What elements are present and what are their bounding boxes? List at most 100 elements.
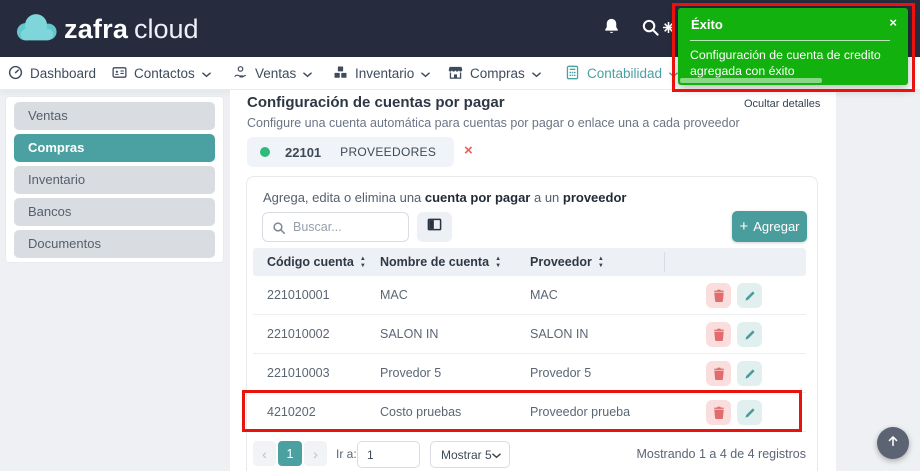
edit-row-button[interactable]: [737, 322, 762, 347]
trash-icon: [713, 289, 724, 302]
account-name: PROVEEDORES: [340, 145, 437, 159]
scroll-to-top-button[interactable]: [877, 427, 909, 459]
sidebar-item-compras[interactable]: Compras: [14, 134, 215, 162]
sort-icon[interactable]: ▲ ▼: [598, 256, 604, 269]
gauge-icon: [8, 65, 23, 83]
app-screen: zafra cloud Dashboard Contactos Ventas I…: [0, 0, 920, 471]
page-title: Configuración de cuentas por pagar: [247, 94, 505, 111]
nav-item-compras[interactable]: Compras: [448, 57, 541, 90]
linked-account-chip[interactable]: 22101 PROVEEDORES: [247, 137, 455, 167]
trash-icon: [713, 367, 724, 380]
page-size-label: Mostrar 5: [441, 447, 492, 462]
pencil-icon: [745, 369, 754, 378]
nav-item-ventas[interactable]: Ventas: [233, 57, 313, 90]
annotation-highlight-row: [242, 390, 802, 432]
goto-page-input[interactable]: [357, 441, 420, 468]
arrow-up-icon: [886, 434, 900, 453]
search-icon[interactable]: [641, 18, 660, 42]
nav-item-contabilidad[interactable]: Contabilidad: [565, 57, 678, 90]
edit-row-button[interactable]: [737, 361, 762, 386]
delete-row-button[interactable]: [706, 361, 731, 386]
header-label: Proveedor: [530, 255, 592, 269]
pencil-icon: [745, 330, 754, 339]
table-search-box: [262, 212, 409, 242]
boxes-icon: [333, 65, 348, 83]
nav-item-inventario[interactable]: Inventario: [333, 57, 431, 90]
logo-text-bold: zafra: [64, 14, 129, 44]
nav-label: Contactos: [134, 66, 195, 81]
pagination-summary: Mostrando 1 a 4 de 4 registros: [636, 447, 806, 461]
column-header-codigo[interactable]: Código cuenta ▲ ▼: [267, 248, 366, 276]
add-button[interactable]: + Agregar: [732, 211, 807, 242]
instruction-text: a un: [530, 190, 563, 205]
pagination-next-button[interactable]: ›: [304, 441, 327, 466]
columns-icon: [427, 217, 442, 237]
header-label: Nombre de cuenta: [380, 255, 490, 269]
section-sidebar: Ventas Compras Inventario Bancos Documen…: [5, 96, 224, 263]
nav-label: Dashboard: [30, 66, 97, 81]
sidebar-item-documentos[interactable]: Documentos: [14, 230, 215, 258]
goto-page-label: Ir a:: [336, 447, 357, 461]
cell-codigo: 221010001: [267, 288, 330, 302]
active-status-dot-icon: [260, 147, 270, 157]
remove-account-icon[interactable]: ×: [464, 142, 473, 159]
header-divider: [664, 252, 665, 272]
delete-row-button[interactable]: [706, 322, 731, 347]
cell-proveedor: Provedor 5: [530, 366, 592, 380]
pagination-prev-button[interactable]: ‹: [253, 441, 276, 466]
header-label: Código cuenta: [267, 255, 354, 269]
table-row: 221010002 SALON IN SALON IN: [253, 315, 806, 354]
store-icon: [448, 65, 463, 83]
chevron-down-icon: [201, 66, 211, 81]
cell-codigo: 221010002: [267, 327, 330, 341]
hand-coin-icon: [233, 65, 248, 83]
calculator-icon: [565, 65, 580, 83]
sort-icon[interactable]: ▲ ▼: [495, 256, 501, 269]
panel-instruction: Agrega, edita o elimina una cuenta por p…: [263, 190, 626, 205]
instruction-bold: proveedor: [562, 190, 627, 205]
cell-nombre: MAC: [380, 288, 408, 302]
logo-text-light: cloud: [134, 14, 199, 44]
search-input[interactable]: [263, 213, 408, 241]
page-size-select[interactable]: Mostrar 5: [430, 441, 510, 468]
sidebar-item-inventario[interactable]: Inventario: [14, 166, 215, 194]
cell-nombre: SALON IN: [380, 327, 439, 341]
id-card-icon: [112, 65, 127, 83]
add-button-label: Agregar: [753, 219, 800, 234]
brand-logo[interactable]: zafra cloud: [16, 12, 199, 47]
nav-item-contactos[interactable]: Contactos: [112, 57, 211, 90]
nav-label: Inventario: [355, 66, 415, 81]
instruction-text: Agrega, edita o elimina una: [263, 190, 425, 205]
nav-label: Compras: [470, 66, 525, 81]
table-row: 221010003 Provedor 5 Provedor 5: [253, 354, 806, 393]
delete-row-button[interactable]: [706, 283, 731, 308]
cell-proveedor: MAC: [530, 288, 558, 302]
bell-icon[interactable]: [602, 17, 621, 41]
instruction-bold: cuenta por pagar: [424, 190, 531, 205]
annotation-highlight-toast: [672, 3, 915, 92]
column-visibility-button[interactable]: [417, 212, 452, 242]
column-header-nombre[interactable]: Nombre de cuenta ▲ ▼: [380, 248, 501, 276]
edit-row-button[interactable]: [737, 283, 762, 308]
nav-label: Contabilidad: [587, 66, 663, 81]
table-row: 221010001 MAC MAC: [253, 276, 806, 315]
cloud-logo-icon: [16, 12, 58, 47]
cell-nombre: Provedor 5: [380, 366, 442, 380]
chevron-down-icon: [492, 448, 501, 462]
trash-icon: [713, 328, 724, 341]
chevron-down-icon: [421, 66, 431, 81]
nav-item-dashboard[interactable]: Dashboard: [8, 57, 96, 90]
page-subtitle: Configure una cuenta automática para cue…: [247, 116, 740, 130]
plus-icon: +: [739, 218, 749, 235]
pagination-page-1[interactable]: 1: [278, 441, 302, 466]
column-header-proveedor[interactable]: Proveedor ▲ ▼: [530, 248, 604, 276]
chevron-down-icon: [531, 66, 541, 81]
hide-details-link[interactable]: Ocultar detalles: [744, 98, 820, 110]
sidebar-item-bancos[interactable]: Bancos: [14, 198, 215, 226]
sort-icon[interactable]: ▲ ▼: [360, 256, 366, 269]
sidebar-item-ventas[interactable]: Ventas: [14, 102, 215, 130]
table-header-row: Código cuenta ▲ ▼ Nombre de cuenta ▲ ▼ Pro…: [253, 248, 806, 276]
account-code: 22101: [285, 144, 322, 160]
chevron-down-icon: [303, 66, 313, 81]
pencil-icon: [745, 291, 754, 300]
